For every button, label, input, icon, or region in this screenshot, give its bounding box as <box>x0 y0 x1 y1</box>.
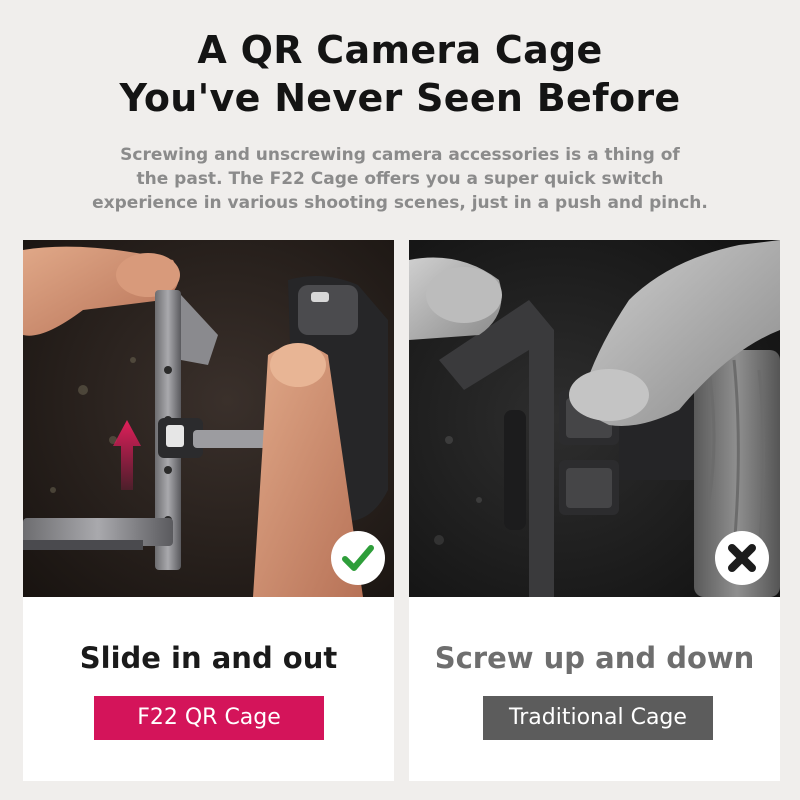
subtitle-line-2: the past. The F22 Cage offers you a supe… <box>136 169 664 189</box>
title-line-2: You've Never Seen Before <box>119 76 681 120</box>
qr-cage-card: Slide in and out F22 QR Cage <box>23 240 394 781</box>
traditional-cage-card: Screw up and down Traditional Cage <box>409 240 780 781</box>
title-line-1: A QR Camera Cage <box>197 28 603 72</box>
traditional-cage-tag: Traditional Cage <box>483 696 713 740</box>
x-mark-icon <box>728 544 756 572</box>
checkmark-icon <box>342 545 374 571</box>
traditional-cage-caption: Screw up and down <box>434 641 755 675</box>
subtitle-line-1: Screwing and unscrewing camera accessori… <box>120 145 680 165</box>
subtitle-line-3: experience in various shooting scenes, j… <box>92 193 708 213</box>
x-mark-badge <box>715 531 769 585</box>
page-subtitle: Screwing and unscrewing camera accessori… <box>60 143 740 215</box>
checkmark-badge <box>331 531 385 585</box>
page-title: A QR Camera Cage You've Never Seen Befor… <box>0 26 800 122</box>
qr-cage-caption: Slide in and out <box>79 641 338 675</box>
qr-cage-tag: F22 QR Cage <box>94 696 324 740</box>
